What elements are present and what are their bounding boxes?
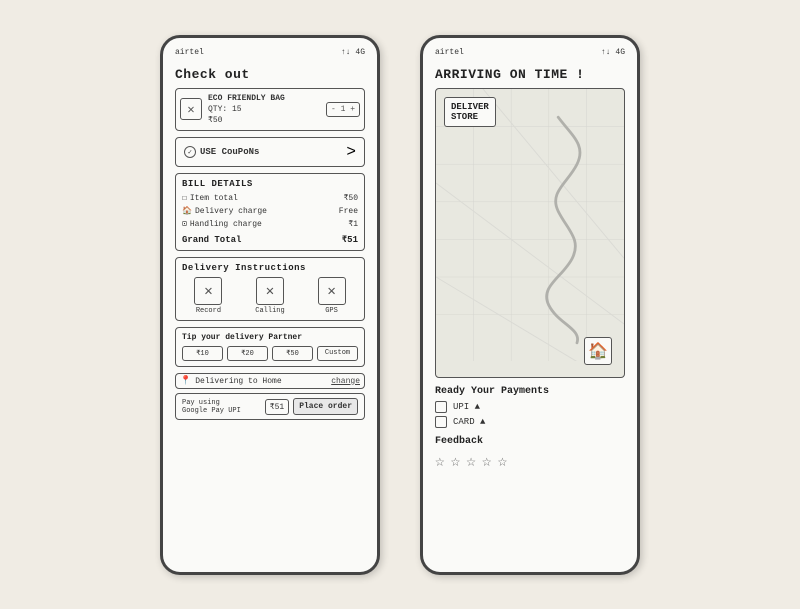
delivery-option-calling[interactable]: ✕ Calling [255, 277, 284, 315]
upi-checkbox[interactable] [435, 401, 447, 413]
carrier-left: airtel [175, 48, 204, 57]
coupon-arrow-icon: > [346, 143, 356, 161]
tip-section: Tip your delivery Partner ₹10 ₹20 ₹50 Cu… [175, 327, 365, 367]
handling-icon: ⊡ [182, 219, 187, 229]
coupon-check-icon: ✓ [184, 146, 196, 158]
payment-section: Ready Your Payments UPI ▲ CARD ▲ [435, 386, 625, 428]
bill-item-total-row: ☐ Item total ₹50 [182, 193, 358, 203]
star-4[interactable]: ☆ [482, 451, 492, 471]
feedback-section: Feedback ☆ ☆ ☆ ☆ ☆ [435, 436, 625, 471]
delivery-option-record[interactable]: ✕ Record [194, 277, 222, 315]
tip-20-button[interactable]: ₹20 [227, 346, 268, 361]
left-screen-content: Check out ✕ ECO FRIENDLY BAG QTY: 15 ₹50… [171, 63, 369, 557]
total-amount-display: ₹51 [265, 399, 289, 415]
tip-10-button[interactable]: ₹10 [182, 346, 223, 361]
pay-method-label: Google Pay UPI [182, 407, 261, 415]
bill-handling-value: ₹1 [348, 219, 358, 229]
home-pin-icon: 📍 [180, 376, 191, 386]
item-qty: QTY: 15 [208, 104, 320, 115]
calling-label: Calling [255, 307, 284, 315]
card-label: CARD ▲ [453, 417, 485, 427]
record-label: Record [196, 307, 221, 315]
bill-delivery-label-group: 🏠 Delivery charge [182, 206, 267, 216]
delivery-address-label: Delivering to Home [195, 377, 281, 386]
store-label: DELIVERSTORE [444, 97, 496, 127]
bill-details-section: BILL DETAILS ☐ Item total ₹50 🏠 Delivery… [175, 173, 365, 251]
delivery-instructions-section: Delivery Instructions ✕ Record ✕ Calling… [175, 257, 365, 321]
bill-delivery-value: Free [339, 207, 358, 216]
tip-title: Tip your delivery Partner [182, 333, 358, 342]
grand-total-row: Grand Total ₹51 [182, 232, 358, 245]
pay-using-section: Pay using Google Pay UPI [182, 399, 261, 415]
place-order-button[interactable]: Place order [293, 398, 358, 415]
bill-handling-row: ⊡ Handling charge ₹1 [182, 219, 358, 229]
feedback-title: Feedback [435, 436, 625, 447]
change-address-button[interactable]: change [331, 377, 360, 386]
right-screen-content: ARRIVING ON TIME ! [431, 63, 629, 557]
gps-label: GPS [325, 307, 338, 315]
tracking-phone: airtel ↑↓ 4G ARRIVING ON TIME ! [420, 35, 640, 575]
coupon-label: USE CouPoNs [200, 147, 259, 157]
bill-title: BILL DETAILS [182, 179, 358, 189]
delivery-option-gps[interactable]: ✕ GPS [318, 277, 346, 315]
bill-handling-label: Handling charge [190, 220, 262, 229]
arriving-title: ARRIVING ON TIME ! [435, 67, 625, 82]
item-price: ₹50 [208, 115, 320, 126]
bill-item-total-value: ₹50 [344, 193, 358, 203]
gps-icon-box: ✕ [318, 277, 346, 305]
checkout-title: Check out [175, 67, 365, 82]
card-option[interactable]: CARD ▲ [435, 416, 625, 428]
item-edit-button[interactable]: - 1 + [326, 102, 360, 117]
grand-total-label: Grand Total [182, 235, 241, 245]
coupon-label-group: ✓ USE CouPoNs [184, 146, 259, 158]
status-bar-left: airtel ↑↓ 4G [171, 46, 369, 59]
bill-delivery-label: Delivery charge [195, 207, 267, 216]
bill-item-total-label: Item total [190, 194, 238, 203]
checkout-phone: airtel ↑↓ 4G Check out ✕ ECO FRIENDLY BA… [160, 35, 380, 575]
delivery-address-label-group: 📍 Delivering to Home [180, 376, 282, 386]
delivery-instructions-title: Delivery Instructions [182, 263, 358, 273]
bill-item-total-label-group: ☐ Item total [182, 193, 238, 203]
tip-buttons-row: ₹10 ₹20 ₹50 Custom [182, 346, 358, 361]
map-grid-svg [436, 89, 624, 362]
map-container: DELIVERSTORE 🏠 [435, 88, 625, 378]
delivery-address-row: 📍 Delivering to Home change [175, 373, 365, 389]
star-rating-row: ☆ ☆ ☆ ☆ ☆ [435, 451, 625, 471]
signal-icons-right: ↑↓ 4G [601, 48, 625, 57]
tip-custom-button[interactable]: Custom [317, 346, 358, 361]
item-details: ECO FRIENDLY BAG QTY: 15 ₹50 [208, 93, 320, 127]
star-3[interactable]: ☆ [466, 451, 476, 471]
card-checkbox[interactable] [435, 416, 447, 428]
grand-total-value: ₹51 [342, 235, 358, 245]
cart-item-box: ✕ ECO FRIENDLY BAG QTY: 15 ₹50 - 1 + [175, 88, 365, 132]
star-1[interactable]: ☆ [435, 451, 445, 471]
house-icon: 🏠 [584, 337, 612, 365]
status-bar-right: airtel ↑↓ 4G [431, 46, 629, 59]
item-name: ECO FRIENDLY BAG [208, 93, 320, 104]
pay-using-label: Pay using [182, 399, 261, 407]
upi-option[interactable]: UPI ▲ [435, 401, 625, 413]
payment-title: Ready Your Payments [435, 386, 625, 397]
delivery-icon: 🏠 [182, 206, 192, 216]
star-5[interactable]: ☆ [498, 451, 508, 471]
bottom-bar: Pay using Google Pay UPI ₹51 Place order [175, 393, 365, 420]
carrier-right: airtel [435, 48, 464, 57]
calling-icon-box: ✕ [256, 277, 284, 305]
remove-item-button[interactable]: ✕ [180, 98, 202, 120]
item-icon: ☐ [182, 193, 187, 203]
star-2[interactable]: ☆ [451, 451, 461, 471]
bill-handling-label-group: ⊡ Handling charge [182, 219, 262, 229]
upi-label: UPI ▲ [453, 402, 480, 412]
record-icon-box: ✕ [194, 277, 222, 305]
bill-delivery-row: 🏠 Delivery charge Free [182, 206, 358, 216]
tip-50-button[interactable]: ₹50 [272, 346, 313, 361]
signal-icons-left: ↑↓ 4G [341, 48, 365, 57]
delivery-icons-row: ✕ Record ✕ Calling ✕ GPS [182, 277, 358, 315]
coupon-row[interactable]: ✓ USE CouPoNs > [175, 137, 365, 167]
